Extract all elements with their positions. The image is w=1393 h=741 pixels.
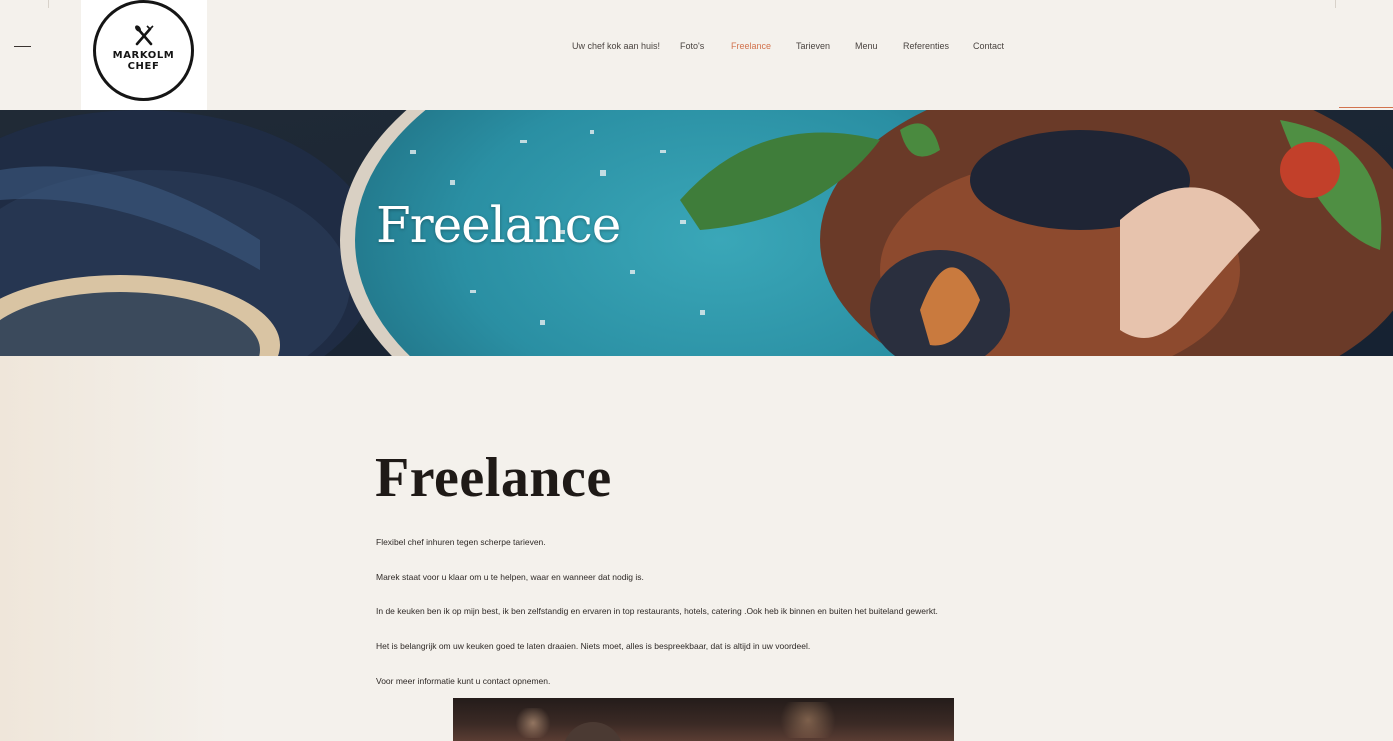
nav-item-uw-chef-kok[interactable]: Uw chef kok aan huis! [572, 41, 660, 51]
nav-item-menu[interactable]: Menu [855, 41, 878, 51]
light-glow [773, 702, 843, 738]
divider [1335, 0, 1336, 8]
page-title: Freelance [375, 447, 612, 509]
decorative-gradient [0, 356, 230, 741]
nav-item-referenties[interactable]: Referenties [903, 41, 949, 51]
paragraph: Het is belangrijk om uw keuken goed te l… [376, 641, 811, 651]
chef-figure [563, 722, 623, 741]
paragraph: Voor meer informatie kunt u contact opne… [376, 676, 551, 686]
accent-divider [1339, 107, 1393, 108]
paragraph: In de keuken ben ik op mijn best, ik ben… [376, 606, 938, 616]
paragraph: Marek staat voor u klaar om u te helpen,… [376, 572, 644, 582]
logo-text-line2: CHEF [127, 60, 160, 72]
light-glow [513, 708, 553, 738]
hero-title: Freelance [376, 196, 621, 254]
paragraph: Flexibel chef inhuren tegen scherpe tari… [376, 537, 546, 547]
chef-photo [453, 698, 954, 741]
nav-item-freelance[interactable]: Freelance [731, 41, 771, 51]
hero-banner: Freelance [0, 110, 1393, 356]
divider [48, 0, 49, 8]
nav-item-tarieven[interactable]: Tarieven [796, 41, 830, 51]
site-header: MARKOLM CHEF Uw chef kok aan huis! Foto'… [0, 0, 1393, 110]
main-navigation: Uw chef kok aan huis! Foto's Freelance T… [0, 41, 1393, 55]
site-logo[interactable]: MARKOLM CHEF [81, 0, 207, 110]
hero-food-image [0, 110, 1393, 356]
nav-item-contact[interactable]: Contact [973, 41, 1004, 51]
nav-item-fotos[interactable]: Foto's [680, 41, 704, 51]
